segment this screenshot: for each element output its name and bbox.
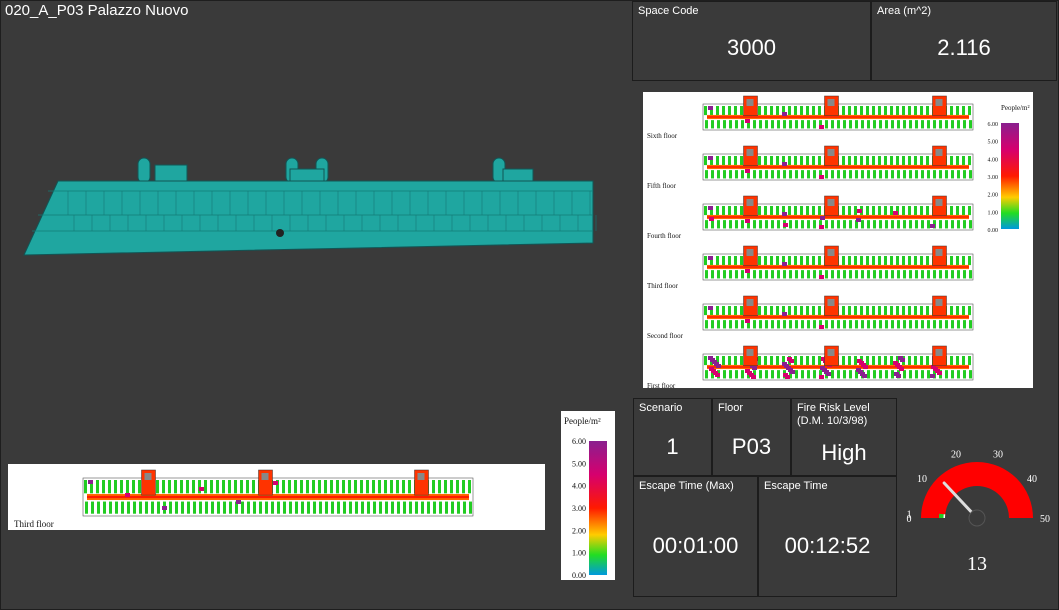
escape-label: Escape Time [764,480,828,492]
legend-tick: 4.00 [988,157,999,163]
gauge-value: 13 [967,553,987,575]
escape-max-card: Escape Time (Max) 00:01:00 [633,476,758,597]
legend-tick: 5.00 [572,459,586,468]
gauge-low-band-inner [943,514,946,518]
legend-tick: 2.00 [988,193,999,199]
floor-label: Second floor [647,332,684,340]
gauge: 011020 304050 13 [907,449,1051,575]
fire-risk-value: High [821,440,867,465]
third-floor-map-panel[interactable]: Third floor [8,464,545,530]
area-value: 2.116 [937,35,991,60]
area-label: Area (m^2) [877,5,932,17]
escape-max-value: 00:01:00 [652,533,739,558]
legend-tick: 2.00 [572,526,586,535]
space-code-card: Space Code 3000 [632,1,871,81]
density-map-panel[interactable]: People/m² 6.00 5.00 4.00 3.00 2.00 1.00 0.00 S… [643,92,1033,390]
escape-value: 00:12:52 [784,533,871,558]
floor-label: Third floor [647,282,679,290]
gauge-hub [968,509,986,527]
scenario-value: 1 [666,434,679,459]
floor-card: Floor P03 [712,398,791,476]
legend-tick: 4.00 [572,482,586,491]
legend-tick: 3.00 [988,175,999,181]
density-legend-title: People/m² [1001,104,1030,112]
floor-plan[interactable] [18,155,598,260]
floor-label: Fourth floor [647,232,682,240]
legend-tick: 1.00 [572,549,586,558]
gauge-tick-label: 40 [1027,474,1037,485]
legend-tick: 6.00 [988,122,999,128]
fire-risk-label-block: Fire Risk Level (D.M. 10/3/98) [797,402,870,428]
escape-card: Escape Time 00:12:52 [758,476,897,597]
third-floor-legend: People/m² 6.00 5.00 4.00 3.00 2.00 1.00 0.00 [561,411,615,580]
page-title: 020_A_P03 Palazzo Nuovo [5,2,189,19]
legend-tick: 0.00 [988,228,999,234]
floor-value: P03 [731,434,772,459]
floor-label: Floor [718,402,744,414]
legend-tick: 0.00 [572,571,586,580]
space-code-label: Space Code [638,5,699,17]
gauge-tick-label: 20 [951,449,961,460]
floor-label: Fifth floor [647,182,677,190]
third-floor-map-svg: Third floor [14,469,474,529]
third-floor-legend-bar [589,441,607,575]
scenario-label: Scenario [639,402,683,414]
gauge-tick-label: 30 [993,449,1003,460]
gauge-tick-label: 1 [907,510,912,521]
fire-risk-label: Fire Risk Level [797,402,870,414]
floor-plan-shape [23,157,597,256]
area-card: Area (m^2) 2.116 [871,1,1057,81]
scenario-card: Scenario 1 [633,398,712,476]
legend-tick: 3.00 [572,504,586,513]
floor-label: First floor [647,382,676,388]
legend-tick: 1.00 [988,210,999,216]
fire-risk-sublabel: (D.M. 10/3/98) [797,415,868,427]
space-code-value: 3000 [727,35,776,60]
density-map-svg: People/m² 6.00 5.00 4.00 3.00 2.00 1.00 0.00 S… [647,95,1030,390]
floor-label: Sixth floor [647,132,678,140]
legend-tick: 6.00 [572,437,586,446]
third-floor-legend-title: People/m² [564,416,601,426]
gauge-tick-label: 50 [1040,514,1050,525]
gauge-tick-label: 10 [917,474,927,485]
legend-tick: 5.00 [988,140,999,146]
escape-max-label: Escape Time (Max) [639,480,734,492]
fire-risk-card: Fire Risk Level (D.M. 10/3/98) High [791,398,897,476]
third-floor-label: Third floor [14,519,54,529]
density-legend-bar [1001,123,1019,229]
